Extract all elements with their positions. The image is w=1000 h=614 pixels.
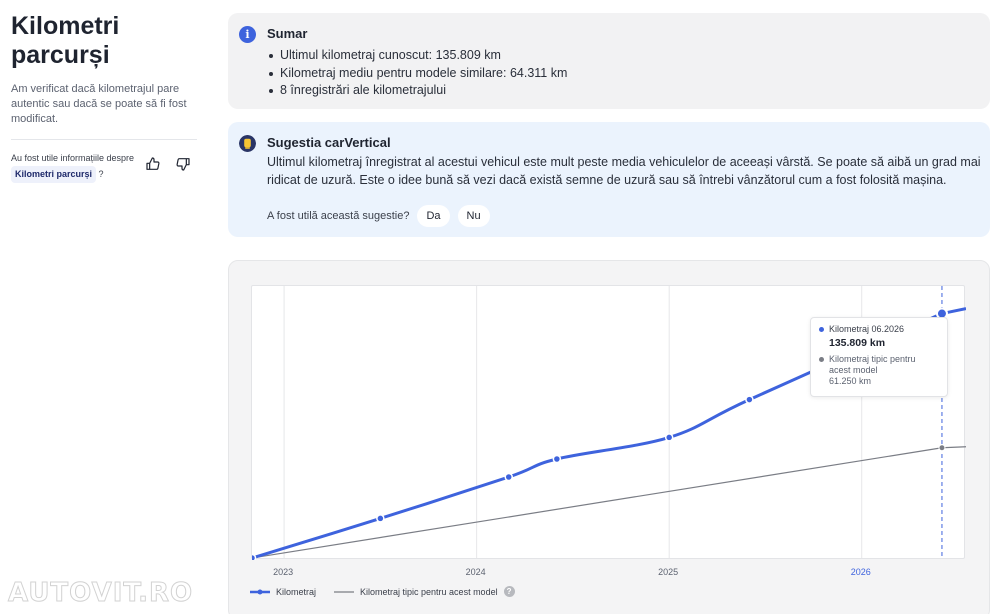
legend-series1-marker: [250, 589, 270, 594]
series-typical-line: [252, 447, 943, 559]
chart-tooltip: Kilometraj 06.2026 135.809 km Kilometraj…: [810, 317, 948, 397]
data-point: [252, 553, 257, 560]
watermark-logo: AUTOVIT.RO: [7, 578, 194, 609]
feedback-suffix: ?: [98, 169, 104, 179]
legend-item-series2[interactable]: Kilometraj tipic pentru acest model ?: [334, 586, 515, 597]
legend-item-series1[interactable]: Kilometraj: [250, 587, 316, 597]
x-tick-label: 2025: [658, 567, 678, 577]
feedback-prefix: Au fost utile informațiile despre: [11, 153, 135, 163]
data-point: [664, 433, 674, 442]
summary-item: Kilometraj mediu pentru modele similare:…: [267, 65, 567, 83]
left-panel: Kilometri parcurși Am verificat dacă kil…: [11, 12, 201, 183]
feedback-question: Au fost utile informațiile despre Kilome…: [11, 151, 141, 183]
summary-list: Ultimul kilometraj cunoscut: 135.809 km …: [267, 47, 567, 100]
info-icon: i: [239, 26, 256, 43]
data-point: [504, 472, 513, 482]
help-icon[interactable]: ?: [503, 586, 515, 597]
feedback-buttons: [145, 156, 191, 172]
series-typical-tail: [941, 446, 966, 449]
summary-item: 8 înregistrări ale kilometrajului: [267, 82, 567, 100]
suggestion-feedback: A fost utilă această sugestie? Da Nu: [267, 205, 490, 227]
thumbs-up-icon[interactable]: [145, 156, 161, 172]
suggestion-text: Ultimul kilometraj înregistrat al acestu…: [267, 155, 981, 187]
thumbs-down-icon[interactable]: [175, 156, 191, 172]
tooltip-series2-dot: [819, 357, 824, 362]
summary-title: Sumar: [267, 26, 308, 41]
tooltip-series1-row: Kilometraj 06.2026: [819, 324, 939, 335]
suggestion-card: Sugestia carVertical Ultimul kilometraj …: [228, 122, 990, 237]
data-point: [376, 514, 385, 523]
data-point: [552, 454, 562, 464]
legend-series2-marker: [334, 590, 355, 593]
x-tick-label: 2024: [466, 567, 486, 577]
tooltip-series2-row: Kilometraj tipic pentru acest model: [819, 354, 939, 376]
lightbulb-icon: [239, 135, 256, 152]
tooltip-series2-label: Kilometraj tipic pentru acest model: [829, 354, 916, 375]
tooltip-series1-value: 135.809 km: [829, 337, 886, 349]
tooltip-series2-value: 61.250 km: [829, 376, 872, 386]
divider: [11, 139, 197, 140]
summary-card: i Sumar Ultimul kilometraj cunoscut: 135…: [228, 13, 990, 109]
suggestion-title: Sugestia carVertical: [267, 135, 391, 150]
yes-button[interactable]: Da: [417, 205, 450, 227]
x-tick-label: 2026: [851, 567, 871, 577]
tooltip-series1-label: Kilometraj 06.2026: [829, 324, 905, 334]
legend-series2-label: Kilometraj tipic pentru acest model: [360, 586, 498, 597]
page-title: Kilometri parcurși: [11, 12, 120, 69]
feedback-row: Au fost utile informațiile despre Kilome…: [11, 151, 197, 183]
mileage-chart-card: 2023 2024 2025 2026: [228, 260, 990, 614]
feedback-tag: Kilometri parcurși: [11, 166, 97, 183]
no-button[interactable]: Nu: [457, 205, 490, 227]
chart-legend: Kilometraj Kilometraj tipic pentru acest…: [250, 586, 515, 597]
data-point-typical: [938, 444, 946, 452]
data-point: [745, 395, 754, 404]
suggestion-question: A fost utilă această sugestie?: [267, 210, 410, 222]
page-description: Am verificat dacă kilometrajul pare aute…: [11, 83, 187, 125]
tooltip-series1-dot: [819, 327, 824, 332]
legend-series1-label: Kilometraj: [276, 586, 317, 597]
x-tick-label: 2023: [273, 567, 293, 577]
summary-item: Ultimul kilometraj cunoscut: 135.809 km: [267, 47, 567, 65]
